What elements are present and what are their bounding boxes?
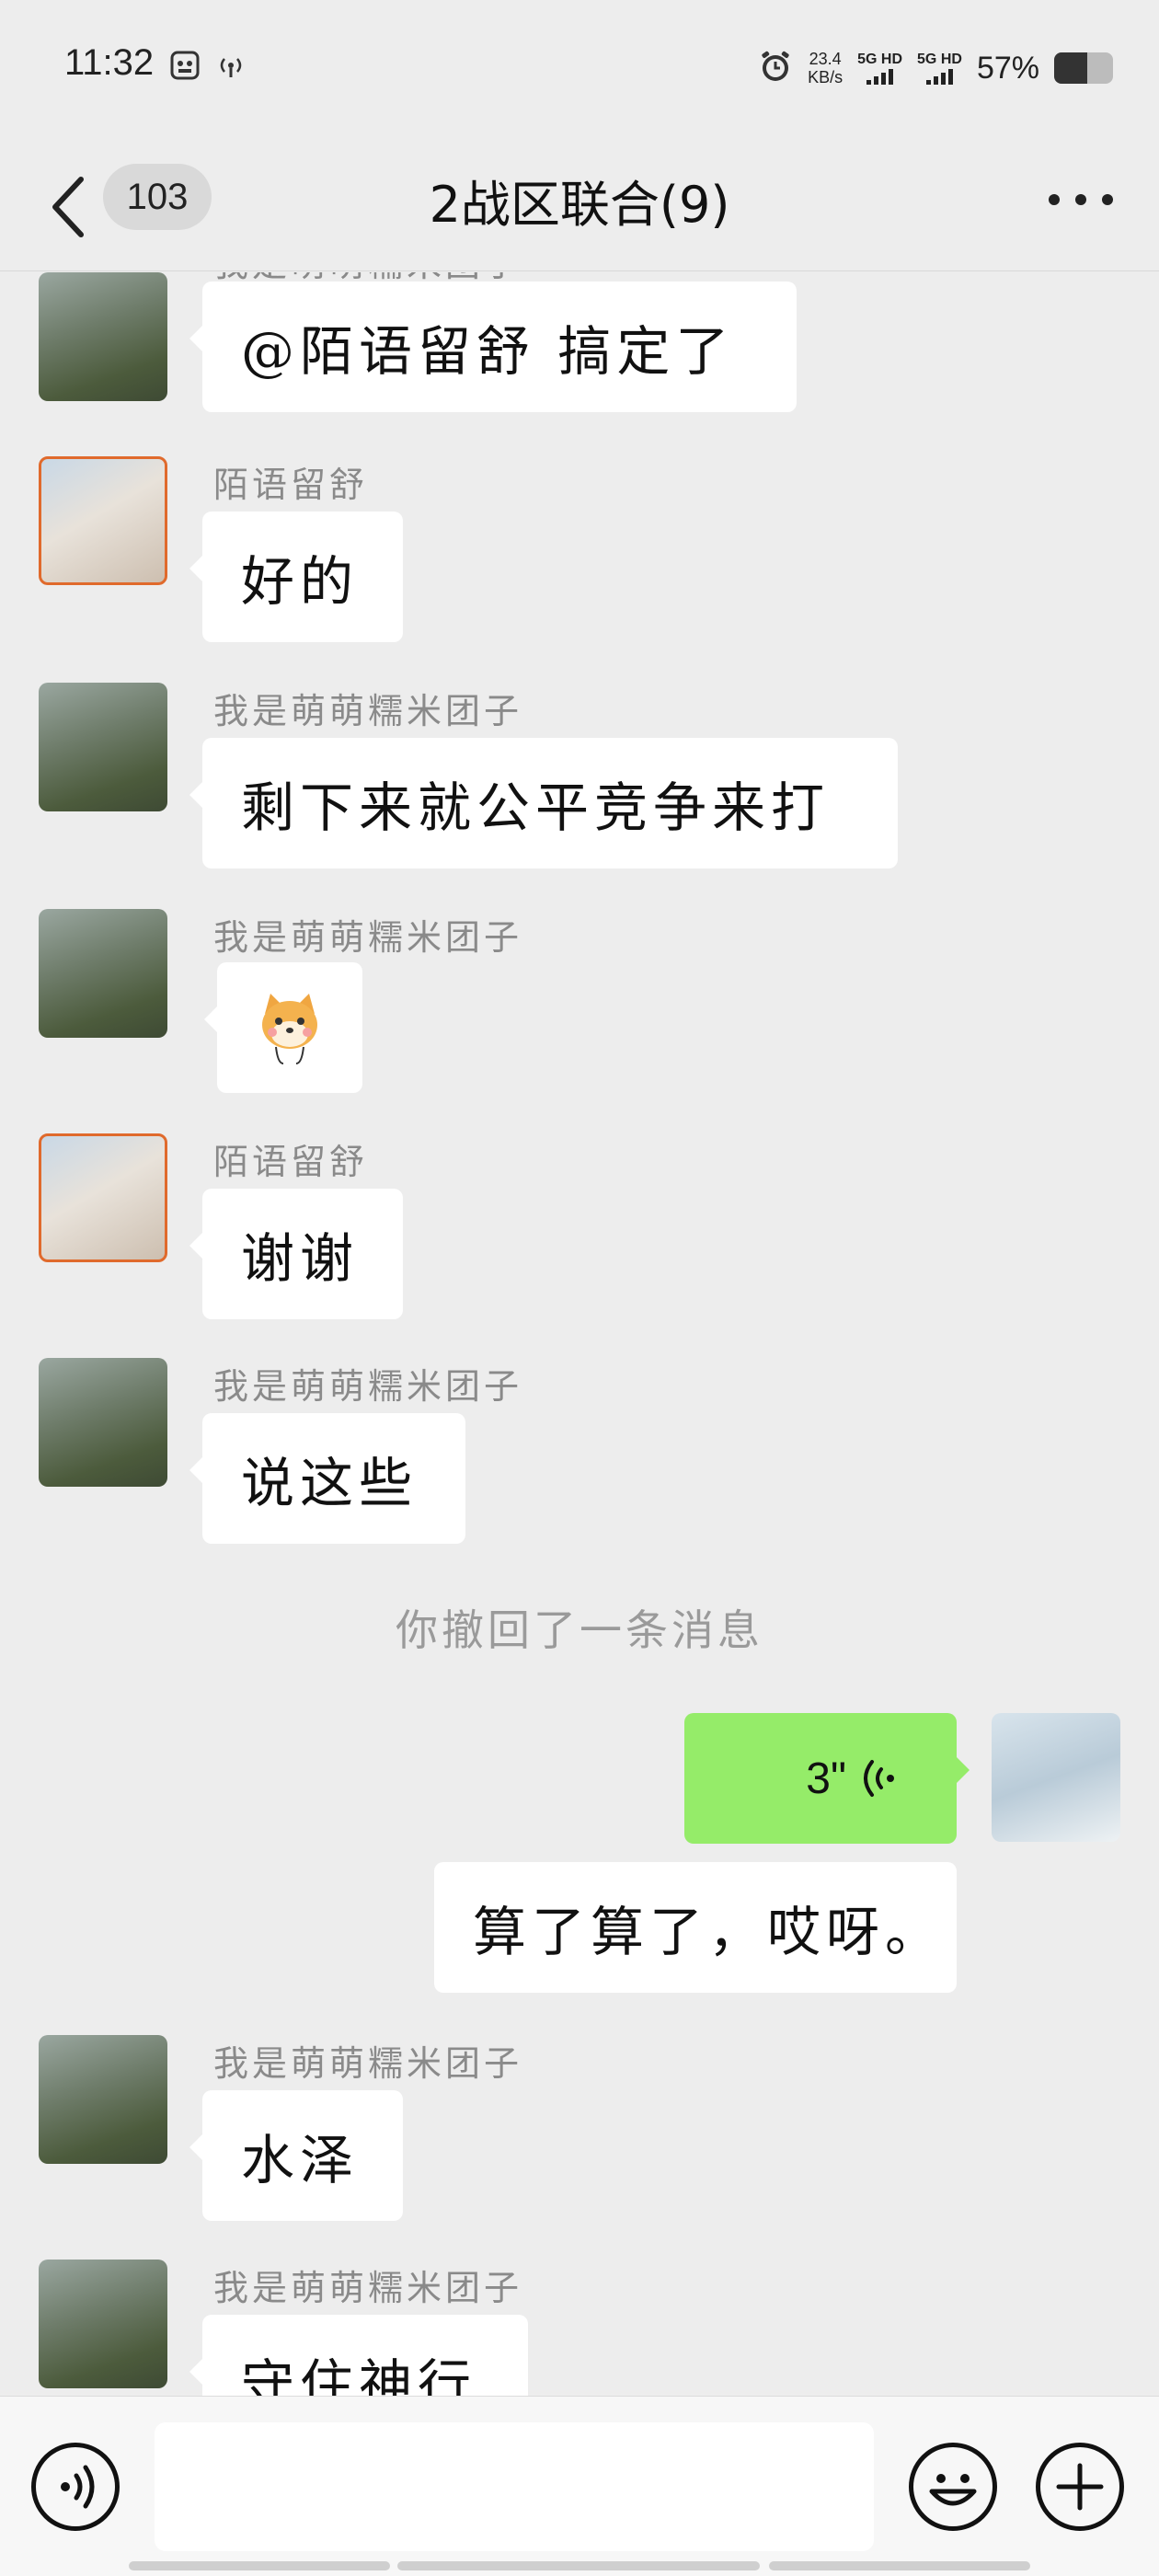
sim1-label: 5G HD <box>857 52 903 67</box>
sender-name: 陌语留舒 <box>213 465 369 505</box>
message-bubble[interactable]: 说这些 <box>189 1413 465 1544</box>
my-avatar[interactable] <box>992 1713 1120 1842</box>
battery-percent: 57% <box>976 50 1039 86</box>
sender-name: 我是萌萌糯米团子 <box>213 691 523 731</box>
message-bubble[interactable]: 好的 <box>189 512 403 642</box>
page-title: 2战区联合(9) <box>429 176 730 234</box>
network-speed-value: 23.4 <box>809 50 842 68</box>
input-bar <box>0 2396 1159 2576</box>
avatar[interactable] <box>39 909 167 1038</box>
avatar[interactable] <box>39 272 167 401</box>
avatar[interactable] <box>39 2035 167 2164</box>
recall-notice: 你撤回了一条消息 <box>396 1605 763 1655</box>
avatar[interactable] <box>39 2260 167 2388</box>
message-bubble[interactable]: 剩下来就公平竞争来打 <box>189 738 898 868</box>
message-list[interactable]: 我是萌萌糯米团子 @陌语留舒 搞定了 陌语留舒 好的 我是萌萌糯米团子 剩下来就… <box>0 272 1159 2396</box>
avatar[interactable] <box>39 1133 167 1262</box>
message-row: 我是萌萌糯米团子 <box>0 909 1159 1102</box>
message-bubble[interactable]: 谢谢 <box>189 1189 403 1319</box>
message-bubble[interactable]: 守住神行 <box>189 2315 528 2396</box>
sender-name: 我是萌萌糯米团子 <box>213 2043 523 2084</box>
avatar[interactable] <box>39 683 167 811</box>
message-bubble[interactable]: 算了算了，哎呀。 <box>434 1862 957 1993</box>
message-bubble[interactable]: 水泽 <box>189 2090 403 2221</box>
gesture-bar <box>129 2561 390 2570</box>
voice-message[interactable]: 3" <box>684 1713 970 1844</box>
emoji-icon <box>929 2474 977 2506</box>
signal-bars-icon <box>866 68 894 85</box>
network-speed: 23.4 KB/s <box>808 50 843 86</box>
sender-name: 我是萌萌糯米团子 <box>213 2268 523 2308</box>
signal-bars-icon <box>925 68 953 85</box>
avatar[interactable] <box>39 1358 167 1487</box>
battery-icon <box>1054 52 1113 84</box>
message-row: 陌语留舒 好的 <box>0 456 1159 650</box>
plus-icon <box>1056 2463 1104 2511</box>
chat-header: 103 2战区联合(9) <box>0 138 1159 271</box>
more-functions-button[interactable] <box>1036 2443 1124 2531</box>
message-row: 我是萌萌糯米团子 水泽 <box>0 2035 1159 2228</box>
sim1-signal: 5G HD <box>857 52 902 85</box>
message-row: 我是萌萌糯米团子 剩下来就公平竞争来打 <box>0 683 1159 876</box>
shiba-dog-sticker-icon <box>262 994 317 1064</box>
alarm-icon <box>758 49 793 87</box>
avatar[interactable] <box>39 456 167 585</box>
sender-name: 我是萌萌糯米团子 <box>213 1366 523 1407</box>
sim2-label: 5G HD <box>917 52 962 67</box>
voice-mode-button[interactable] <box>31 2443 120 2531</box>
voice-wave-icon <box>864 1760 894 1797</box>
message-bubble[interactable]: @陌语留舒 搞定了 <box>189 282 797 412</box>
more-icon <box>1049 194 1060 205</box>
emoji-button[interactable] <box>909 2443 997 2531</box>
app-notification-icon <box>169 50 201 81</box>
message-row: 我是萌萌糯米团子 守住神行 <box>0 2260 1159 2396</box>
more-button[interactable] <box>1049 189 1113 211</box>
sim2-signal: 5G HD <box>917 52 962 85</box>
message-row: 我是萌萌糯米团子 @陌语留舒 搞定了 <box>0 272 1159 420</box>
sticker-message[interactable] <box>204 962 362 1093</box>
sender-name: 我是萌萌糯米团子 <box>213 917 523 958</box>
sender-name: 陌语留舒 <box>213 1142 369 1182</box>
voice-mode-icon <box>61 2465 95 2509</box>
message-row: 我是萌萌糯米团子 说这些 <box>0 1358 1159 1551</box>
status-right-group: 23.4 KB/s 5G HD 5G HD 57% <box>758 40 1113 96</box>
message-row: 陌语留舒 谢谢 <box>0 1133 1159 1327</box>
status-bar: 11:32 23.4 KB/s 5G HD 5G HD 57% <box>0 0 1159 138</box>
network-speed-unit: KB/s <box>808 68 843 86</box>
hotspot-icon <box>215 50 247 81</box>
voice-duration: 3" <box>806 1754 846 1803</box>
message-row-self: 3" <box>0 1713 1159 1844</box>
gesture-bar <box>397 2561 760 2570</box>
message-row-self: 算了算了，哎呀。 <box>0 1862 1159 1993</box>
gesture-bar <box>769 2561 1030 2570</box>
status-time: 11:32 <box>64 42 155 83</box>
message-input[interactable] <box>155 2422 874 2551</box>
